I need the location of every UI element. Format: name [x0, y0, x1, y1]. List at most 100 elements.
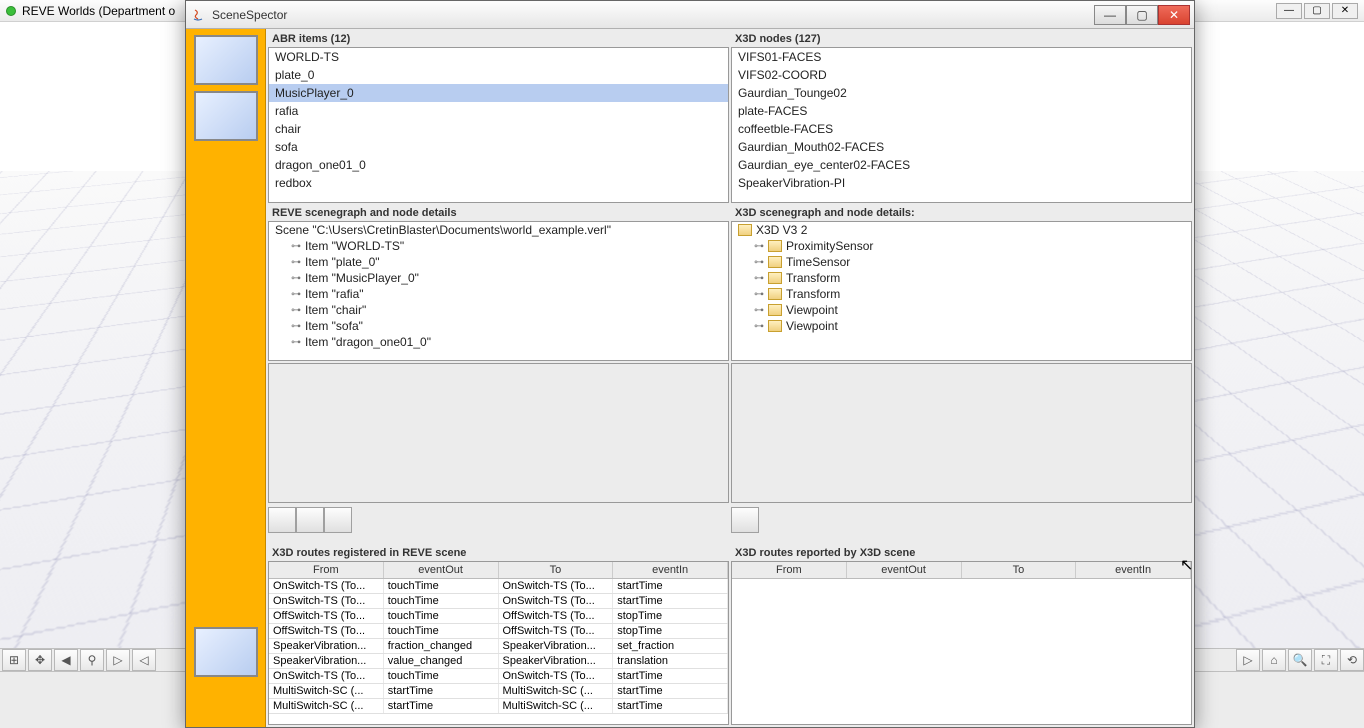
thumbnail-3[interactable] [194, 627, 258, 677]
bg-toolbar-button[interactable]: ⛶ [1314, 649, 1338, 671]
table-row[interactable]: OffSwitch-TS (To...touchTimeOffSwitch-TS… [269, 624, 728, 639]
thumbnail-1[interactable] [194, 35, 258, 85]
abr-item[interactable]: rafia [269, 102, 728, 120]
x3d-btn-1[interactable] [731, 507, 759, 533]
x3d-tree[interactable]: X3D V3 2⊶ProximitySensor⊶TimeSensor⊶Tran… [731, 221, 1192, 361]
abr-listbox[interactable]: WORLD-TSplate_0MusicPlayer_0rafiachairso… [268, 47, 729, 203]
reve-tree-item[interactable]: ⊶Item "chair" [269, 302, 728, 318]
table-row[interactable]: OnSwitch-TS (To...touchTimeOnSwitch-TS (… [269, 669, 728, 684]
table-cell: startTime [384, 699, 499, 713]
table-header[interactable]: eventIn [613, 562, 728, 578]
reve-tree[interactable]: Scene "C:\Users\CretinBlaster\Documents\… [268, 221, 729, 361]
x3d-tree-item[interactable]: ⊶ProximitySensor [732, 238, 1191, 254]
bg-toolbar-button[interactable]: ⊞ [2, 649, 26, 671]
reve-tree-item[interactable]: ⊶Item "sofa" [269, 318, 728, 334]
bg-maximize-button[interactable]: ▢ [1304, 3, 1330, 19]
bg-toolbar-button[interactable]: ▷ [106, 649, 130, 671]
table-header[interactable]: eventIn [1076, 562, 1191, 578]
reve-tree-item[interactable]: ⊶Item "WORLD-TS" [269, 238, 728, 254]
routes-left-table[interactable]: FromeventOutToeventIn OnSwitch-TS (To...… [268, 561, 729, 725]
bg-toolbar-button[interactable]: ⟲ [1340, 649, 1364, 671]
scenespector-main: ABR items (12) WORLD-TSplate_0MusicPlaye… [266, 29, 1194, 727]
table-row[interactable]: SpeakerVibration...value_changedSpeakerV… [269, 654, 728, 669]
table-cell: value_changed [384, 654, 499, 668]
table-cell: stopTime [613, 609, 728, 623]
x3d-tree-item[interactable]: ⊶Viewpoint [732, 302, 1191, 318]
table-header[interactable]: eventOut [847, 562, 962, 578]
abr-label: ABR items (12) [268, 31, 729, 47]
table-row[interactable]: MultiSwitch-SC (...startTimeMultiSwitch-… [269, 699, 728, 714]
folder-icon [768, 288, 782, 300]
table-row[interactable]: OnSwitch-TS (To...touchTimeOnSwitch-TS (… [269, 579, 728, 594]
x3d-tree-item[interactable]: ⊶Transform [732, 286, 1191, 302]
abr-item[interactable]: redbox [269, 174, 728, 192]
abr-item[interactable]: chair [269, 120, 728, 138]
reve-btn-2[interactable] [296, 507, 324, 533]
thumbnail-sidebar [186, 29, 266, 727]
x3d-node-item[interactable]: Gaurdian_Mouth02-FACES [732, 138, 1191, 156]
reve-tree-root[interactable]: Scene "C:\Users\CretinBlaster\Documents\… [269, 222, 728, 238]
x3d-tree-root[interactable]: X3D V3 2 [732, 222, 1191, 238]
table-cell: OnSwitch-TS (To... [499, 594, 614, 608]
folder-icon [768, 256, 782, 268]
x3d-tree-item[interactable]: ⊶TimeSensor [732, 254, 1191, 270]
routes-right-body[interactable] [732, 579, 1191, 724]
table-row[interactable]: OffSwitch-TS (To...touchTimeOffSwitch-TS… [269, 609, 728, 624]
minimize-button[interactable]: — [1094, 5, 1126, 25]
table-row[interactable]: SpeakerVibration...fraction_changedSpeak… [269, 639, 728, 654]
table-row[interactable]: OnSwitch-TS (To...touchTimeOnSwitch-TS (… [269, 594, 728, 609]
abr-item[interactable]: dragon_one01_0 [269, 156, 728, 174]
table-cell: MultiSwitch-SC (... [269, 699, 384, 713]
x3d-node-item[interactable]: VIFS02-COORD [732, 66, 1191, 84]
x3d-nodes-listbox[interactable]: VIFS01-FACESVIFS02-COORDGaurdian_Tounge0… [731, 47, 1192, 203]
thumbnail-2[interactable] [194, 91, 258, 141]
reve-btn-1[interactable] [268, 507, 296, 533]
table-header[interactable]: To [962, 562, 1077, 578]
reve-btn-3[interactable] [324, 507, 352, 533]
bg-toolbar-button[interactable]: ⌂ [1262, 649, 1286, 671]
abr-item[interactable]: MusicPlayer_0 [269, 84, 728, 102]
bg-toolbar-button[interactable]: ◀ [54, 649, 78, 671]
scenespector-titlebar[interactable]: SceneSpector — ▢ ✕ [186, 1, 1194, 29]
table-header[interactable]: From [269, 562, 384, 578]
x3d-node-item[interactable]: Gaurdian_Tounge02 [732, 84, 1191, 102]
bg-toolbar-button[interactable]: ⚲ [80, 649, 104, 671]
x3d-tree-item[interactable]: ⊶Viewpoint [732, 318, 1191, 334]
routes-right-head: FromeventOutToeventIn [732, 562, 1191, 579]
routes-right-panel: X3D routes reported by X3D scene Fromeve… [731, 545, 1192, 725]
reve-tree-item[interactable]: ⊶Item "dragon_one01_0" [269, 334, 728, 350]
table-cell: translation [613, 654, 728, 668]
maximize-button[interactable]: ▢ [1126, 5, 1158, 25]
table-header[interactable]: From [732, 562, 847, 578]
bg-minimize-button[interactable]: — [1276, 3, 1302, 19]
bg-close-button[interactable]: ✕ [1332, 3, 1358, 19]
bg-toolbar-button[interactable]: ◁ [132, 649, 156, 671]
table-cell: touchTime [384, 579, 499, 593]
x3d-node-item[interactable]: VIFS01-FACES [732, 48, 1191, 66]
folder-icon [768, 320, 782, 332]
table-cell: startTime [384, 684, 499, 698]
x3d-node-item[interactable]: plate-FACES [732, 102, 1191, 120]
reve-tree-item[interactable]: ⊶Item "plate_0" [269, 254, 728, 270]
x3d-node-item[interactable]: SpeakerVibration-PI [732, 174, 1191, 192]
reve-tree-item[interactable]: ⊶Item "rafia" [269, 286, 728, 302]
reve-tree-item[interactable]: ⊶Item "MusicPlayer_0" [269, 270, 728, 286]
x3d-details-panel [731, 363, 1192, 543]
x3d-node-item[interactable]: Gaurdian_eye_center02-FACES [732, 156, 1191, 174]
abr-item[interactable]: plate_0 [269, 66, 728, 84]
bg-toolbar-button[interactable]: 🔍 [1288, 649, 1312, 671]
bg-toolbar-button[interactable]: ▷ [1236, 649, 1260, 671]
close-button[interactable]: ✕ [1158, 5, 1190, 25]
abr-item[interactable]: sofa [269, 138, 728, 156]
table-row[interactable]: MultiSwitch-SC (...startTimeMultiSwitch-… [269, 684, 728, 699]
x3d-node-item[interactable]: coffeetble-FACES [732, 120, 1191, 138]
routes-left-body[interactable]: OnSwitch-TS (To...touchTimeOnSwitch-TS (… [269, 579, 728, 724]
table-header[interactable]: To [499, 562, 614, 578]
table-header[interactable]: eventOut [384, 562, 499, 578]
abr-item[interactable]: WORLD-TS [269, 48, 728, 66]
table-cell: SpeakerVibration... [269, 654, 384, 668]
routes-right-table[interactable]: FromeventOutToeventIn [731, 561, 1192, 725]
x3d-nodes-panel: X3D nodes (127) VIFS01-FACESVIFS02-COORD… [731, 31, 1192, 203]
x3d-tree-item[interactable]: ⊶Transform [732, 270, 1191, 286]
bg-toolbar-button[interactable]: ✥ [28, 649, 52, 671]
